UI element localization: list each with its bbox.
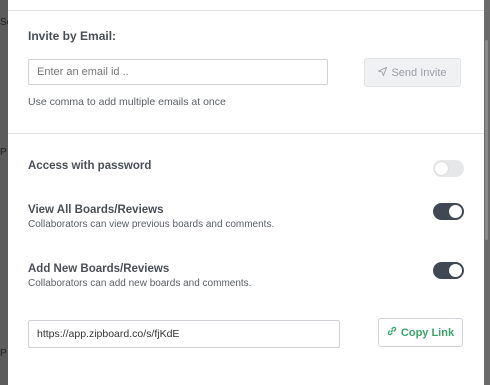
option-subtitle: Collaborators can view previous boards a… <box>28 219 275 230</box>
option-subtitle: Collaborators can add new boards and com… <box>28 278 252 289</box>
toggle-knob <box>449 205 462 218</box>
option-title: Access with password <box>28 160 152 172</box>
share-link-text: https://app.zipboard.co/s/fjKdE <box>37 328 180 340</box>
password-toggle[interactable] <box>433 160 464 177</box>
paper-plane-icon <box>377 66 388 79</box>
page-scrollbar[interactable] <box>484 0 490 385</box>
view-boards-toggle[interactable] <box>433 203 464 220</box>
option-title: Add New Boards/Reviews <box>28 263 170 275</box>
toggle-knob <box>449 264 462 277</box>
option-title: View All Boards/Reviews <box>28 204 164 216</box>
share-dialog: Invite by Email: Send Invite Use comma t… <box>8 0 484 385</box>
add-boards-toggle[interactable] <box>433 262 464 279</box>
email-input[interactable] <box>28 59 328 85</box>
link-icon <box>387 326 397 339</box>
send-invite-label: Send Invite <box>391 66 447 79</box>
share-link-field[interactable]: https://app.zipboard.co/s/fjKdE <box>28 320 340 348</box>
copy-link-button[interactable]: Copy Link <box>378 318 463 347</box>
divider <box>8 10 484 11</box>
copy-link-label: Copy Link <box>400 326 455 339</box>
toggle-knob <box>435 162 448 175</box>
invite-hint: Use comma to add multiple emails at once <box>28 96 226 108</box>
scrollbar-thumb[interactable] <box>485 40 488 240</box>
invite-title: Invite by Email: <box>28 29 117 43</box>
send-invite-button[interactable]: Send Invite <box>364 58 461 87</box>
backdrop-text: P <box>0 147 7 158</box>
divider <box>8 133 484 134</box>
backdrop-text: P <box>0 348 7 359</box>
